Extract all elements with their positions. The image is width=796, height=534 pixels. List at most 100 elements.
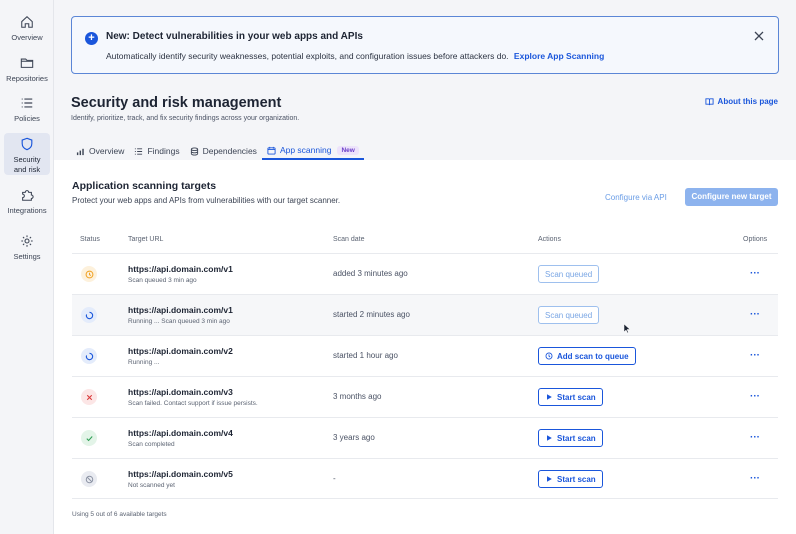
- usage-note: Using 5 out of 6 available targets: [72, 511, 167, 518]
- action-label: Start scan: [557, 474, 596, 484]
- book-icon: [704, 98, 714, 106]
- window-icon: [267, 146, 276, 155]
- target-url: https://api.domain.com/v4: [128, 428, 233, 438]
- action-label: Scan queued: [545, 269, 593, 279]
- x-icon: [86, 394, 92, 400]
- start-scan-button[interactable]: Start scan: [538, 388, 603, 406]
- status-running: [81, 307, 97, 323]
- options-menu-button[interactable]: ···: [750, 391, 760, 402]
- home-icon: [21, 16, 33, 28]
- column-scan-date: Scan date: [333, 236, 365, 243]
- sidebar-item-settings[interactable]: Settings: [4, 234, 50, 264]
- action-label: Add scan to queue: [557, 351, 629, 361]
- target-url: https://api.domain.com/v5: [128, 469, 233, 479]
- announcement-banner: + New: Detect vulnerabilities in your we…: [71, 16, 779, 74]
- options-menu-button[interactable]: ···: [750, 432, 760, 443]
- tab-app-scanning[interactable]: App scanning New: [261, 142, 364, 160]
- target-status-text: Running ... Scan queued 3 min ago: [128, 318, 230, 325]
- table-row: https://api.domain.com/v4 Scan completed…: [72, 417, 778, 458]
- scan-date: 3 months ago: [333, 392, 382, 401]
- tab-label: Findings: [147, 146, 180, 156]
- section-subtitle: Protect your web apps and APIs from vuln…: [72, 196, 341, 205]
- page-title: Security and risk management: [71, 95, 282, 111]
- clock-icon: [85, 270, 93, 278]
- target-status-text: Scan completed: [128, 441, 175, 448]
- sidebar-item-label: Integrations: [7, 206, 47, 215]
- tab-overview[interactable]: Overview: [71, 142, 129, 160]
- tab-bar: Overview Findings Dependencies App scann…: [71, 142, 364, 160]
- target-status-text: Scan failed. Contact support if issue pe…: [128, 400, 258, 407]
- banner-text: Automatically identify security weakness…: [106, 51, 604, 61]
- page-subtitle: Identify, prioritize, track, and fix sec…: [71, 115, 300, 122]
- scan-queued-button[interactable]: Scan queued: [538, 306, 600, 324]
- sidebar-item-integrations[interactable]: Integrations: [4, 188, 50, 218]
- scan-date: started 2 minutes ago: [333, 310, 410, 319]
- plus-icon: +: [85, 32, 98, 45]
- tab-findings[interactable]: Findings: [129, 142, 184, 160]
- spinner-icon: [85, 352, 93, 360]
- scanning-targets-panel: Application scanning targets Protect you…: [54, 160, 796, 534]
- target-url: https://api.domain.com/v1: [128, 264, 233, 274]
- scan-date: started 1 hour ago: [333, 351, 398, 360]
- section-title: Application scanning targets: [72, 180, 217, 192]
- table-header: Status Target URL Scan date Actions Opti…: [72, 236, 778, 252]
- targets-table: https://api.domain.com/v1 Scan queued 3 …: [72, 253, 778, 499]
- sidebar-item-repositories[interactable]: Repositories: [4, 56, 50, 86]
- target-url: https://api.domain.com/v1: [128, 305, 233, 315]
- tab-label: Overview: [89, 146, 125, 156]
- sidebar-item-label-line1: Security: [13, 155, 41, 164]
- status-completed: [81, 430, 97, 446]
- list-icon: [135, 147, 143, 155]
- sidebar-item-label: Overview: [11, 33, 43, 42]
- action-label: Scan queued: [545, 310, 593, 320]
- play-icon: [547, 435, 552, 441]
- shield-icon: [21, 137, 33, 151]
- folder-icon: [20, 58, 34, 68]
- table-row: https://api.domain.com/v2 Running ... st…: [72, 335, 778, 376]
- target-status-text: Running ...: [128, 359, 160, 366]
- column-actions: Actions: [538, 236, 561, 243]
- play-icon: [547, 394, 552, 400]
- options-menu-button[interactable]: ···: [750, 309, 760, 320]
- sidebar-item-security-and-risk[interactable]: Security and risk: [4, 133, 50, 175]
- start-scan-button[interactable]: Start scan: [538, 429, 603, 447]
- banner-description: Automatically identify security weakness…: [106, 51, 509, 61]
- sidebar-item-overview[interactable]: Overview: [4, 15, 50, 45]
- new-badge: New: [337, 145, 359, 155]
- sidebar-item-label: Settings: [13, 252, 41, 261]
- status-not-scanned: [81, 471, 97, 487]
- scan-date: -: [333, 474, 336, 483]
- bar-chart-icon: [76, 148, 84, 155]
- table-row: https://api.domain.com/v5 Not scanned ye…: [72, 458, 778, 499]
- scan-date: added 3 minutes ago: [333, 269, 408, 278]
- puzzle-icon: [22, 190, 34, 201]
- list-icon: [21, 98, 33, 108]
- explore-app-scanning-link[interactable]: Explore App Scanning: [514, 51, 604, 61]
- about-this-page-link[interactable]: About this page: [704, 97, 778, 106]
- add-scan-to-queue-button[interactable]: Add scan to queue: [538, 347, 636, 365]
- check-icon: [85, 435, 93, 441]
- options-menu-button[interactable]: ···: [750, 473, 760, 484]
- sidebar: Overview Repositories Policies Security …: [0, 0, 54, 534]
- tab-dependencies[interactable]: Dependencies: [185, 142, 262, 160]
- tab-label: Dependencies: [202, 146, 257, 156]
- spinner-icon: [85, 311, 93, 319]
- play-icon: [547, 476, 552, 482]
- mouse-cursor-icon: [624, 324, 631, 334]
- options-menu-button[interactable]: ···: [750, 350, 760, 361]
- options-menu-button[interactable]: ···: [750, 268, 760, 279]
- tab-label: App scanning: [279, 145, 332, 155]
- close-icon[interactable]: [752, 29, 766, 43]
- scan-date: 3 years ago: [333, 433, 375, 442]
- sidebar-item-label-line2: and risk: [13, 165, 41, 174]
- sidebar-item-label: Policies: [14, 114, 40, 123]
- sidebar-item-policies[interactable]: Policies: [4, 96, 50, 126]
- start-scan-button[interactable]: Start scan: [538, 470, 603, 488]
- gear-icon: [21, 235, 33, 247]
- table-row: https://api.domain.com/v1 Scan queued 3 …: [72, 253, 778, 294]
- action-label: Start scan: [557, 433, 596, 443]
- configure-new-target-button[interactable]: Configure new target: [685, 188, 778, 206]
- configure-via-api-button[interactable]: Configure via API: [605, 193, 667, 202]
- target-status-text: Not scanned yet: [128, 482, 175, 489]
- scan-queued-button[interactable]: Scan queued: [538, 265, 600, 283]
